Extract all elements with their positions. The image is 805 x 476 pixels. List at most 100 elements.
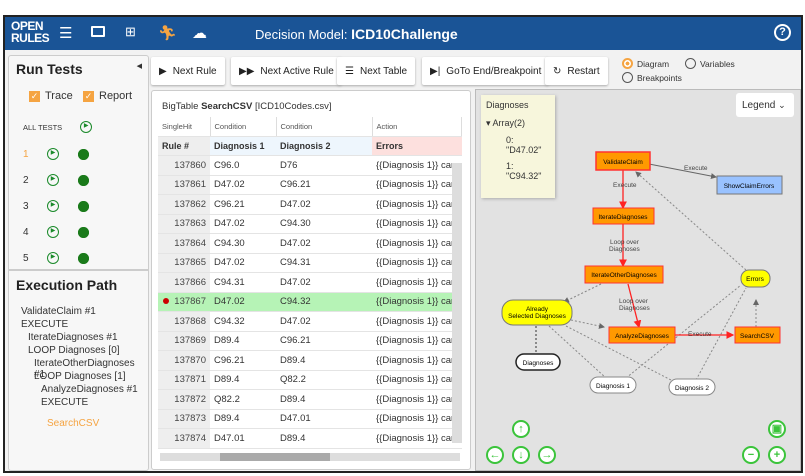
goto-end-button[interactable]: ▶| GoTo End/Breakpoint xyxy=(422,57,550,85)
rule-number: 137873 xyxy=(158,409,210,429)
pan-left-icon[interactable]: ← xyxy=(486,446,504,464)
breakpoints-radio[interactable]: Breakpoints xyxy=(622,72,682,83)
node-diagnosis-2[interactable]: Diagnosis 2 xyxy=(668,378,716,396)
cell: C96.21 xyxy=(276,175,372,195)
variables-radio[interactable]: Variables xyxy=(685,58,735,69)
table-row[interactable]: 137870 C96.21 D89.4 {{Diagnosis 1}} cann xyxy=(158,350,462,371)
cloud-upload-icon[interactable]: ☁ xyxy=(192,24,207,42)
rule-number: 137863 xyxy=(158,214,210,234)
fit-view-icon[interactable]: ▣ xyxy=(768,420,786,438)
path-item: LOOP Diagnoses [1] xyxy=(34,371,126,382)
debug-icon[interactable] xyxy=(78,200,89,212)
node-diagnosis-1[interactable]: Diagnosis 1 xyxy=(589,376,637,394)
horizontal-scrollbar[interactable] xyxy=(160,453,460,461)
array-toggle[interactable]: ▾ Array(2) xyxy=(486,118,550,129)
rule-number: 137874 xyxy=(158,428,210,449)
zoom-in-icon[interactable]: + xyxy=(768,446,786,464)
play-icon[interactable]: ▶ xyxy=(47,200,59,212)
debug-icon[interactable] xyxy=(78,252,89,264)
play-icon[interactable]: ▶ xyxy=(47,226,59,238)
cell: {{Diagnosis 1}} cann xyxy=(372,214,462,234)
edge-label: Execute xyxy=(684,165,708,172)
cell: D47.02 xyxy=(210,175,276,195)
next-table-button[interactable]: ☰ Next Table xyxy=(337,57,416,85)
table-row[interactable]: 137861 D47.02 C96.21 {{Diagnosis 1}} cann xyxy=(158,175,462,195)
play-icon[interactable]: ▶ xyxy=(47,174,59,186)
table-row[interactable]: 137874 D47.01 D89.4 {{Diagnosis 1}} cann xyxy=(158,428,462,449)
table-row[interactable]: 137871 D89.4 Q82.2 {{Diagnosis 1}} cann xyxy=(158,370,462,390)
play-icon[interactable]: ▶ xyxy=(47,252,59,264)
table-row[interactable]: 137863 D47.02 C94.30 {{Diagnosis 1}} cann xyxy=(158,214,462,234)
vertical-scrollbar[interactable] xyxy=(452,163,462,443)
rule-number: 137868 xyxy=(158,311,210,332)
zoom-out-icon[interactable]: − xyxy=(742,446,760,464)
collapse-icon[interactable]: ◀ xyxy=(137,62,142,70)
cell: {{Diagnosis 1}} cann xyxy=(372,292,462,312)
cell: C96.21 xyxy=(210,350,276,371)
pan-up-icon[interactable]: ↑ xyxy=(512,420,530,438)
node-show-claim-errors[interactable]: ShowClaimErrors xyxy=(716,175,783,195)
node-validate-claim[interactable]: ValidateClaim xyxy=(595,151,651,171)
node-diagnoses[interactable]: Diagnoses xyxy=(515,353,561,371)
table-row[interactable]: 137868 C94.32 D47.02 {{Diagnosis 1}} cann xyxy=(158,311,462,332)
execution-path-title: Execution Path xyxy=(16,277,118,293)
path-item: AnalyzeDiagnoses #1 xyxy=(41,384,138,395)
debug-icon[interactable] xyxy=(78,226,89,238)
cell: {{Diagnosis 1}} cann xyxy=(372,370,462,390)
svg-text:ShowClaimErrors: ShowClaimErrors xyxy=(724,183,775,190)
rule-number: 137864 xyxy=(158,233,210,254)
table-row[interactable]: 137865 D47.02 C94.31 {{Diagnosis 1}} cann xyxy=(158,253,462,273)
breakpoint-icon[interactable] xyxy=(163,298,170,305)
next-active-rule-button[interactable]: ▶▶ Next Active Rule xyxy=(231,57,342,85)
current-path-item[interactable]: SearchCSV xyxy=(47,418,99,429)
node-search-csv[interactable]: SearchCSV xyxy=(734,326,781,344)
cell: {{Diagnosis 1}} cann xyxy=(372,428,462,449)
cell: C94.31 xyxy=(276,253,372,273)
next-rule-button[interactable]: ▶ Next Rule xyxy=(151,57,225,85)
table-row[interactable]: 137862 C96.21 D47.02 {{Diagnosis 1}} cann xyxy=(158,194,462,215)
play-icon[interactable]: ▶ xyxy=(47,148,59,160)
cell: D76 xyxy=(276,155,372,176)
node-already-selected-diagnoses[interactable]: AlreadySelected Diagnoses xyxy=(501,299,573,326)
table-title: BigTable SearchCSV [ICD10Codes.csv] xyxy=(162,101,332,112)
pan-down-icon[interactable]: ↓ xyxy=(512,446,530,464)
cell: D47.02 xyxy=(210,292,276,312)
diagram-radio[interactable]: Diagram xyxy=(622,58,669,69)
table-row[interactable]: 137872 Q82.2 D89.4 {{Diagnosis 1}} cann xyxy=(158,389,462,410)
table-row[interactable]: 137873 D89.4 D47.01 {{Diagnosis 1}} cann xyxy=(158,409,462,429)
play-all-icon[interactable]: ▶ xyxy=(80,121,93,133)
rule-number: 137867 xyxy=(158,292,210,312)
table-row[interactable]: 137860 C96.0 D76 {{Diagnosis 1}} cann xyxy=(158,155,462,176)
node-iterate-other-diagnoses[interactable]: IterateOtherDiagnoses xyxy=(584,265,664,284)
edge-label: Execute xyxy=(613,182,637,189)
debug-icon[interactable] xyxy=(78,174,89,186)
run-icon[interactable]: 🏃︎ xyxy=(158,24,177,42)
report-checkbox[interactable]: ✓ Report xyxy=(83,90,132,102)
folder-icon[interactable] xyxy=(91,26,105,37)
node-analyze-diagnoses[interactable]: AnalyzeDiagnoses xyxy=(608,326,676,344)
cell: {{Diagnosis 1}} cann xyxy=(372,233,462,254)
svg-text:Diagnosis 1: Diagnosis 1 xyxy=(596,383,630,390)
table-row[interactable]: 137867 D47.02 C94.32 {{Diagnosis 1}} cann xyxy=(158,292,462,312)
menu-icon[interactable]: ☰ xyxy=(59,24,72,42)
cell: D89.4 xyxy=(210,409,276,429)
trace-checkbox[interactable]: ✓ Trace xyxy=(29,90,73,102)
table-row[interactable]: 137864 C94.30 D47.02 {{Diagnosis 1}} cann xyxy=(158,233,462,254)
node-iterate-diagnoses[interactable]: IterateDiagnoses xyxy=(592,207,655,225)
table-row[interactable]: 137866 C94.31 D47.02 {{Diagnosis 1}} cann xyxy=(158,272,462,293)
help-icon[interactable]: ? xyxy=(774,24,791,41)
pan-right-icon[interactable]: → xyxy=(538,446,556,464)
test-row: 1 ▶ xyxy=(23,148,89,160)
legend-dropdown[interactable]: Legend ⌄ xyxy=(736,93,794,117)
table-row[interactable]: 137869 D89.4 C96.21 {{Diagnosis 1}} cann xyxy=(158,331,462,351)
rule-number: 137862 xyxy=(158,194,210,215)
node-errors[interactable]: Errors xyxy=(740,269,771,288)
cell: {{Diagnosis 1}} cann xyxy=(372,253,462,273)
restart-button[interactable]: ↻ Restart xyxy=(545,57,608,85)
cell: C94.30 xyxy=(276,214,372,234)
hierarchy-icon[interactable]: ⊞ xyxy=(125,24,136,40)
array-item: 1: "C94.32" xyxy=(506,161,542,181)
cell: C94.32 xyxy=(210,311,276,332)
divider xyxy=(9,269,148,271)
debug-icon[interactable] xyxy=(78,148,89,160)
